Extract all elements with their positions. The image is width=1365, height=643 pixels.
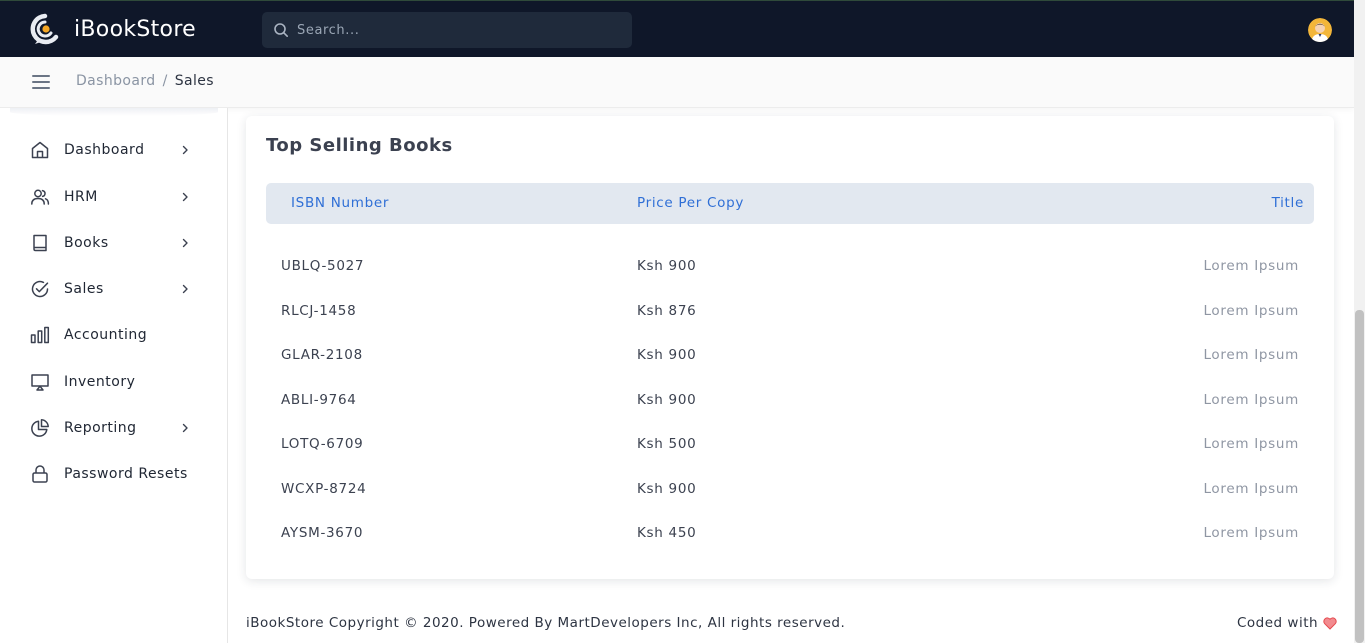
column-header-title[interactable]: Title (1272, 195, 1304, 211)
breadcrumb-separator: / (162, 73, 168, 89)
bar-chart-icon (30, 326, 50, 344)
cell-title: Lorem Ipsum (1203, 347, 1299, 363)
search-icon (274, 23, 288, 37)
sidebar-item-label: Sales (64, 281, 104, 297)
sidebar-item-books[interactable]: Books (30, 230, 200, 256)
cell-isbn: ABLI-9764 (281, 392, 357, 408)
sidebar-item-label: Books (64, 235, 109, 251)
sidebar-top-shadow (10, 108, 218, 116)
cell-price: Ksh 900 (637, 392, 697, 408)
chevron-right-icon (182, 284, 188, 294)
footer-copyright: iBookStore Copyright © 2020. Powered By … (246, 615, 846, 631)
cell-isbn: AYSM-3670 (281, 525, 364, 541)
brand[interactable]: iBookStore (30, 12, 196, 46)
search-box[interactable] (262, 12, 632, 48)
cell-title: Lorem Ipsum (1203, 525, 1299, 541)
breadcrumb-dashboard-link[interactable]: Dashboard (76, 73, 156, 89)
table-row: GLAR-2108 Ksh 900 Lorem Ipsum (266, 347, 1314, 367)
cell-title: Lorem Ipsum (1203, 303, 1299, 319)
search-input[interactable] (297, 22, 617, 38)
users-icon (31, 189, 50, 205)
breadcrumb: Dashboard / Sales (76, 73, 214, 89)
sidebar-item-hrm[interactable]: HRM (30, 184, 200, 210)
sidebar-item-label: Dashboard (64, 142, 145, 158)
footer-coded-with: Coded with (1237, 615, 1337, 631)
sidebar-item-inventory[interactable]: Inventory (30, 369, 200, 395)
sidebar-item-label: Password Resets (64, 466, 188, 482)
sidebar: Dashboard HRM Books Sales Accounting Inv… (0, 108, 228, 643)
cell-price: Ksh 900 (637, 347, 697, 363)
sidebar-item-accounting[interactable]: Accounting (30, 322, 200, 348)
coded-with-label: Coded with (1237, 615, 1319, 631)
sidebar-item-label: Reporting (64, 420, 137, 436)
cell-isbn: LOTQ-6709 (281, 436, 364, 452)
table-row: LOTQ-6709 Ksh 500 Lorem Ipsum (266, 436, 1314, 456)
sidebar-item-password-resets[interactable]: Password Resets (30, 461, 200, 487)
cell-isbn: GLAR-2108 (281, 347, 363, 363)
sidebar-item-sales[interactable]: Sales (30, 276, 200, 302)
pie-chart-icon (31, 419, 49, 437)
top-navbar: iBookStore (0, 0, 1354, 57)
user-avatar[interactable] (1308, 18, 1332, 42)
chevron-right-icon (182, 145, 188, 155)
sidebar-item-reporting[interactable]: Reporting (30, 415, 200, 441)
sidebar-item-label: HRM (64, 189, 98, 205)
lock-icon (32, 465, 48, 483)
cell-title: Lorem Ipsum (1203, 258, 1299, 274)
table-row: UBLQ-5027 Ksh 900 Lorem Ipsum (266, 258, 1314, 278)
cell-isbn: WCXP-8724 (281, 481, 367, 497)
cell-isbn: RLCJ-1458 (281, 303, 357, 319)
chevron-right-icon (182, 192, 188, 202)
cell-price: Ksh 900 (637, 481, 697, 497)
monitor-icon (31, 374, 49, 391)
breadcrumb-bar: Dashboard / Sales (0, 57, 1354, 108)
column-header-isbn[interactable]: ISBN Number (291, 195, 389, 211)
heart-icon (1323, 616, 1337, 630)
cell-price: Ksh 876 (637, 303, 697, 319)
cell-price: Ksh 450 (637, 525, 697, 541)
top-selling-books-card: Top Selling Books ISBN Number Price Per … (246, 116, 1334, 579)
column-header-price[interactable]: Price Per Copy (637, 195, 744, 211)
table-header: ISBN Number Price Per Copy Title (266, 183, 1314, 224)
cell-isbn: UBLQ-5027 (281, 258, 365, 274)
cell-price: Ksh 500 (637, 436, 697, 452)
cell-price: Ksh 900 (637, 258, 697, 274)
table-row: AYSM-3670 Ksh 450 Lorem Ipsum (266, 525, 1314, 545)
card-title: Top Selling Books (266, 135, 453, 156)
sidebar-item-dashboard[interactable]: Dashboard (30, 137, 200, 163)
brand-name: iBookStore (74, 16, 197, 42)
cell-title: Lorem Ipsum (1203, 392, 1299, 408)
chevron-right-icon (182, 423, 188, 433)
home-icon (31, 141, 49, 159)
table-row: ABLI-9764 Ksh 900 Lorem Ipsum (266, 392, 1314, 412)
breadcrumb-current: Sales (174, 73, 214, 89)
avatar-icon (1308, 18, 1332, 42)
sidebar-item-label: Accounting (64, 327, 148, 343)
table-row: RLCJ-1458 Ksh 876 Lorem Ipsum (266, 303, 1314, 323)
table-row: WCXP-8724 Ksh 900 Lorem Ipsum (266, 481, 1314, 501)
book-icon (33, 234, 47, 252)
cell-title: Lorem Ipsum (1203, 436, 1299, 452)
sidebar-item-label: Inventory (64, 374, 136, 390)
scrollbar-thumb[interactable] (1355, 310, 1364, 643)
check-circle-icon (31, 280, 49, 298)
menu-toggle-icon[interactable] (32, 74, 50, 90)
chevron-right-icon (182, 238, 188, 248)
cell-title: Lorem Ipsum (1203, 481, 1299, 497)
brand-logo-icon (30, 13, 59, 45)
